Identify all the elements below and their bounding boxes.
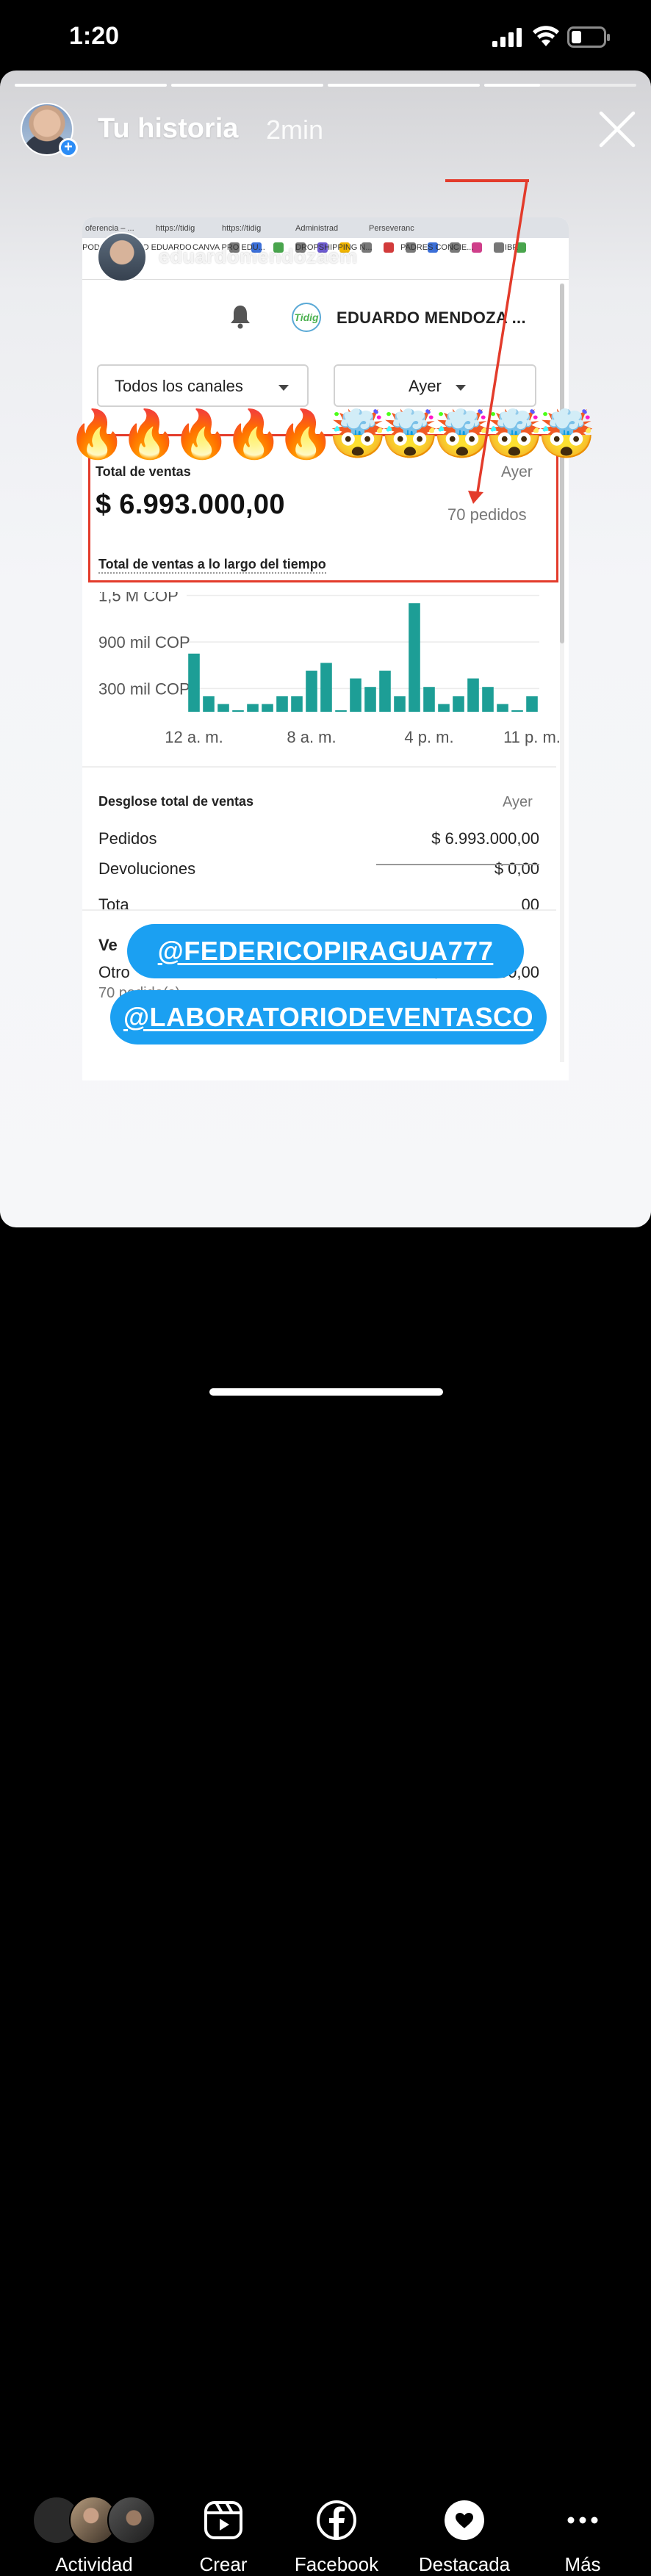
activity-label[interactable]: Actividad [43, 2553, 145, 2576]
highlight-label[interactable]: Destacada [409, 2553, 520, 2576]
reels-icon[interactable] [203, 2500, 244, 2541]
mention-sticker[interactable]: @LABORATORIODEVENTASCO [110, 990, 547, 1045]
status-time: 1:20 [69, 22, 120, 50]
home-indicator[interactable] [209, 1388, 443, 1396]
red-arrow-annotation [445, 179, 529, 504]
viewer-avatar[interactable] [107, 2496, 156, 2544]
more-icon[interactable] [562, 2500, 603, 2541]
heart-icon[interactable] [444, 2500, 485, 2541]
facebook-icon[interactable] [316, 2500, 357, 2541]
bottom-action-bar: Actividad Crear Facebook Destacada Más [0, 1227, 651, 2575]
wifi-icon [533, 26, 559, 46]
story-viewer[interactable]: + Tu historia 2min oferencia – ... https… [0, 71, 651, 1227]
more-label[interactable]: Más [550, 2553, 616, 2576]
create-label[interactable]: Crear [184, 2553, 263, 2576]
status-bar: 1:20 [0, 0, 651, 71]
battery-icon [567, 26, 610, 48]
mention-sticker[interactable]: @FEDERICOPIRAGUA777 [127, 924, 524, 978]
cellular-signal-icon [492, 28, 522, 47]
facebook-label[interactable]: Facebook [284, 2553, 389, 2576]
